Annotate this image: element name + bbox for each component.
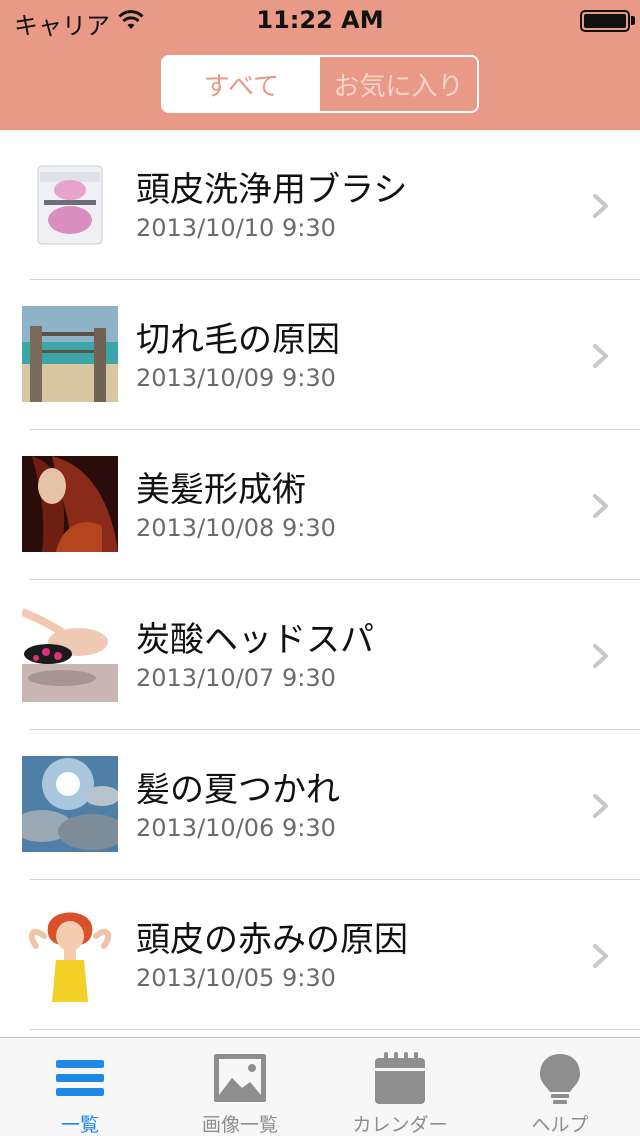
woman-long-hair-thumbnail (22, 456, 118, 552)
lightbulb-icon (540, 1054, 580, 1104)
item-title: 髪の夏つかれ (136, 770, 340, 810)
item-date: 2013/10/06 9:30 (136, 814, 336, 842)
list-item[interactable]: 髪の夏つかれ 2013/10/06 9:30 (0, 730, 640, 880)
item-date: 2013/10/08 9:30 (136, 514, 336, 542)
calendar-icon (375, 1052, 425, 1104)
segment-favorites[interactable]: お気に入り (320, 57, 477, 111)
item-title: 炭酸ヘッドスパ (136, 620, 374, 660)
chevron-right-icon (593, 644, 608, 668)
item-date: 2013/10/10 9:30 (136, 214, 336, 242)
item-date: 2013/10/09 9:30 (136, 364, 336, 392)
chevron-right-icon (593, 344, 608, 368)
item-title: 頭皮洗浄用ブラシ (136, 170, 408, 210)
item-date: 2013/10/07 9:30 (136, 664, 336, 692)
item-title: 頭皮の赤みの原因 (136, 920, 408, 960)
tab-calendar[interactable]: カレンダー (320, 1038, 480, 1136)
chevron-right-icon (593, 194, 608, 218)
tab-label: 一覧 (60, 1114, 99, 1136)
item-title: 切れ毛の原因 (136, 320, 340, 360)
list-item[interactable]: 頭皮の赤みの原因 2013/10/05 9:30 (0, 880, 640, 1030)
battery-tip (631, 16, 635, 25)
list-item[interactable]: 切れ毛の原因 2013/10/09 9:30 (0, 280, 640, 430)
tab-label: カレンダー (352, 1114, 448, 1136)
sunny-sky-thumbnail (22, 756, 118, 852)
nav-header: キャリア 11:22 AM すべて お気に入り (0, 0, 640, 130)
status-time: 11:22 AM (256, 6, 384, 34)
status-bar: キャリア 11:22 AM (0, 0, 640, 40)
item-title: 美髪形成術 (136, 470, 306, 510)
tab-image-gallery[interactable]: 画像一覧 (160, 1038, 320, 1136)
brush-package-thumbnail (22, 156, 118, 252)
image-gallery-icon (214, 1054, 266, 1102)
tab-list[interactable]: 一覧 (0, 1038, 160, 1136)
list-item[interactable]: 炭酸ヘッドスパ 2013/10/07 9:30 (0, 580, 640, 730)
tab-bar: 一覧 画像一覧 カレンダー ヘルプ (0, 1037, 640, 1136)
list-item[interactable]: 頭皮洗浄用ブラシ 2013/10/10 9:30 (0, 130, 640, 280)
chevron-right-icon (593, 944, 608, 968)
battery-icon (580, 10, 630, 32)
article-list: 頭皮洗浄用ブラシ 2013/10/10 9:30 切れ毛の原因 2013/10/… (0, 130, 640, 1030)
head-spa-thumbnail (22, 606, 118, 702)
list-item[interactable]: 美髪形成術 2013/10/08 9:30 (0, 430, 640, 580)
list-icon (56, 1060, 104, 1096)
segment-all[interactable]: すべて (163, 57, 320, 111)
item-date: 2013/10/05 9:30 (136, 964, 336, 992)
tab-label: 画像一覧 (201, 1114, 278, 1136)
tab-label: ヘルプ (531, 1114, 589, 1136)
filter-segmented-control: すべて お気に入り (161, 55, 479, 113)
tab-help[interactable]: ヘルプ (480, 1038, 640, 1136)
chevron-right-icon (593, 494, 608, 518)
beach-thumbnail (22, 306, 118, 402)
chevron-right-icon (593, 794, 608, 818)
cartoon-woman-thumbnail (22, 906, 118, 1002)
